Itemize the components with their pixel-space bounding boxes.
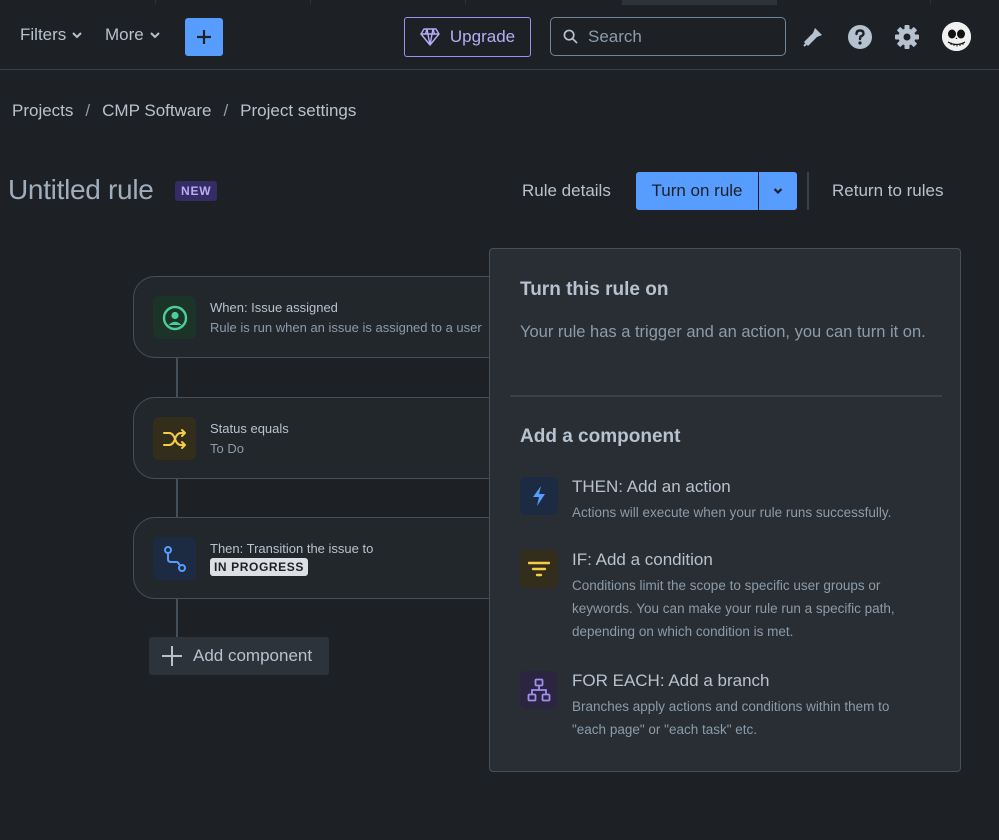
page-title: Untitled rule xyxy=(8,174,154,205)
lightning-icon xyxy=(533,486,545,506)
breadcrumb-project-settings[interactable]: Project settings xyxy=(240,101,356,121)
help-button[interactable] xyxy=(846,23,874,51)
skull-avatar-icon xyxy=(942,22,971,51)
branch-option-icon-box xyxy=(520,671,558,709)
condition-option-title: IF: Add a condition xyxy=(572,550,713,569)
create-button[interactable] xyxy=(185,18,223,56)
flow-connector xyxy=(176,358,178,397)
add-condition-option[interactable]: IF: Add a condition Conditions limit the… xyxy=(520,550,940,645)
user-circle-icon xyxy=(162,305,187,330)
search-input[interactable] xyxy=(588,26,768,47)
breadcrumb-cmp-software[interactable]: CMP Software xyxy=(102,101,211,121)
popup-title: Turn this rule on xyxy=(520,279,669,300)
notifications-button[interactable] xyxy=(799,23,827,51)
flow-connector xyxy=(176,479,178,518)
search-icon xyxy=(563,29,578,44)
help-icon xyxy=(848,25,872,49)
popup-section-title: Add a component xyxy=(520,426,681,447)
route-icon xyxy=(163,545,186,572)
rule-details-button[interactable]: Rule details xyxy=(522,181,611,201)
plus-icon xyxy=(162,646,182,666)
popup-description: Your rule has a trigger and an action, y… xyxy=(520,323,926,341)
settings-button[interactable] xyxy=(893,23,921,51)
chevron-down-icon xyxy=(773,188,783,195)
chevron-down-icon xyxy=(150,32,160,39)
condition-subtitle: To Do xyxy=(210,441,244,456)
branch-option-description: Branches apply actions and conditions wi… xyxy=(572,699,890,737)
add-branch-option[interactable]: FOR EACH: Add a branch Branches apply ac… xyxy=(520,671,940,743)
diamond-icon xyxy=(420,28,440,46)
turn-on-rule-dropdown[interactable] xyxy=(759,172,797,210)
add-action-option[interactable]: THEN: Add an action Actions will execute… xyxy=(520,477,940,527)
branch-option-title: FOR EACH: Add a branch xyxy=(572,671,770,690)
chevron-down-icon xyxy=(72,32,82,39)
trigger-subtitle: Rule is run when an issue is assigned to… xyxy=(210,320,482,335)
filters-dropdown[interactable]: Filters xyxy=(20,25,83,45)
filters-label: Filters xyxy=(20,25,67,44)
status-lozenge: IN PROGRESS xyxy=(210,558,308,576)
condition-icon-box xyxy=(153,417,196,460)
trigger-icon-box xyxy=(153,296,196,339)
breadcrumb-projects[interactable]: Projects xyxy=(12,101,73,121)
flow-connector xyxy=(176,599,178,637)
filter-icon xyxy=(528,561,550,577)
breadcrumb-separator: / xyxy=(85,101,91,120)
breadcrumb: Projects / CMP Software / Project settin… xyxy=(12,101,356,121)
breadcrumb-separator: / xyxy=(223,101,229,120)
condition-option-icon-box xyxy=(520,550,558,588)
return-to-rules-button[interactable]: Return to rules xyxy=(832,181,944,201)
action-option-title: THEN: Add an action xyxy=(572,477,731,496)
popup-divider xyxy=(510,395,942,397)
search-box[interactable] xyxy=(550,17,786,56)
more-label: More xyxy=(105,25,144,44)
condition-title: Status equals xyxy=(210,421,289,436)
top-navigation: Filters More Upgrade xyxy=(0,5,999,70)
upgrade-label: Upgrade xyxy=(449,27,516,46)
plus-icon xyxy=(197,30,211,44)
action-value: IN PROGRESS xyxy=(210,558,308,576)
shuffle-icon xyxy=(162,428,186,449)
add-component-button[interactable]: Add component xyxy=(149,637,329,675)
action-icon-box xyxy=(153,537,196,580)
more-dropdown[interactable]: More xyxy=(105,25,161,45)
turn-on-rule-button[interactable]: Turn on rule xyxy=(636,172,758,210)
avatar[interactable] xyxy=(942,22,971,51)
new-badge: NEW xyxy=(175,181,218,201)
turn-on-rule-popup: Turn this rule on Your rule has a trigge… xyxy=(489,248,961,772)
condition-option-description: Conditions limit the scope to specific u… xyxy=(572,578,895,639)
action-title: Then: Transition the issue to xyxy=(210,541,374,556)
add-component-label: Add component xyxy=(193,646,313,665)
action-option-icon-box xyxy=(520,477,558,515)
upgrade-button[interactable]: Upgrade xyxy=(404,17,531,57)
branch-icon xyxy=(527,678,551,702)
megaphone-icon xyxy=(803,28,822,47)
trigger-title: When: Issue assigned xyxy=(210,300,338,315)
action-option-description: Actions will execute when your rule runs… xyxy=(572,505,892,520)
header-divider xyxy=(807,172,809,210)
gear-icon xyxy=(895,25,919,49)
